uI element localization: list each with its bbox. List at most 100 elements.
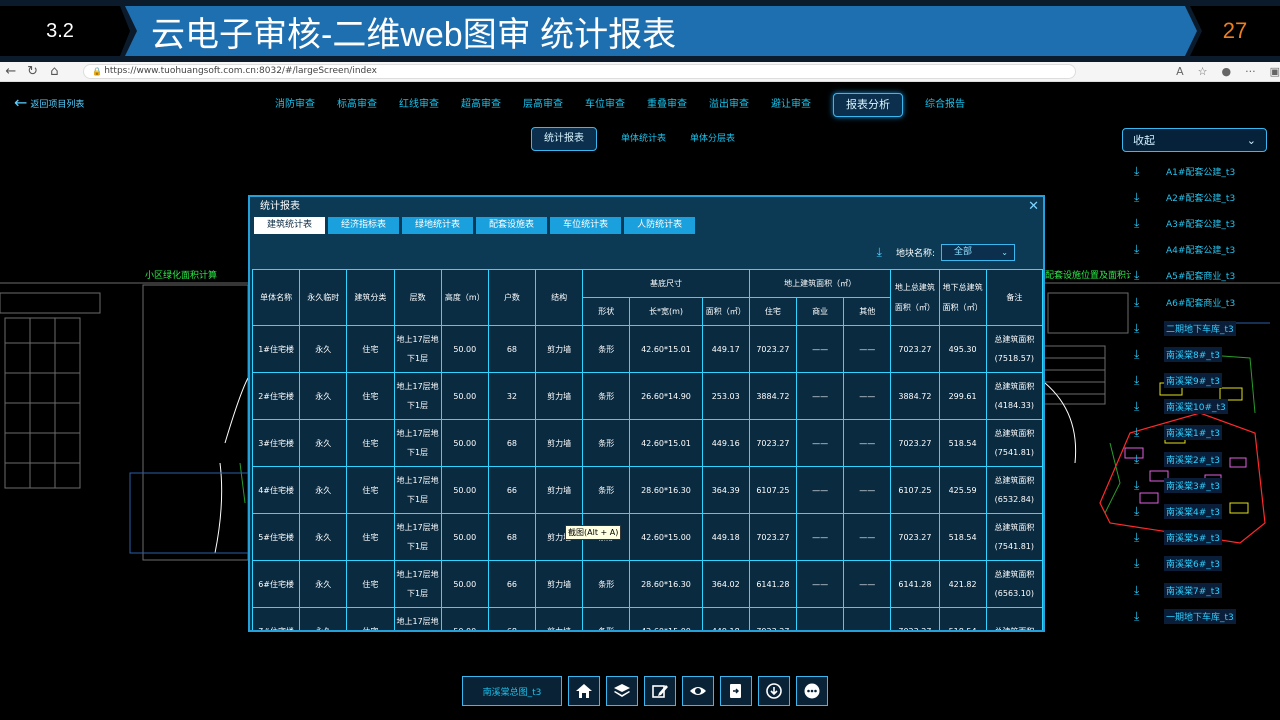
nav-overflow[interactable]: 溢出审查 [709,94,749,116]
nav-report-analysis[interactable]: 报表分析 [833,93,903,117]
col-category: 建筑分类 [346,269,395,326]
download-icon[interactable]: ⤓ [1134,583,1164,598]
download-circle-icon[interactable] [758,676,790,706]
subnav-statistics[interactable]: 统计报表 [531,127,597,151]
collapse-dropdown[interactable]: 收起 ⌄ [1122,128,1267,152]
tab-economic-indicators[interactable]: 经济指标表 [328,217,400,234]
col-base-shape: 形状 [582,297,631,326]
read-aloud-icon[interactable]: A [1176,65,1184,78]
nav-parking[interactable]: 车位审查 [585,94,625,116]
review-nav: 消防审查 标高审查 红线审查 超高审查 层高审查 车位审查 重叠审查 溢出审查 … [275,93,987,117]
slide-page-number: 27 [1190,6,1280,56]
nav-avoidance[interactable]: 避让审查 [771,94,811,116]
tab-green-statistics[interactable]: 绿地统计表 [402,217,474,234]
eye-icon[interactable] [682,676,714,706]
download-icon[interactable]: ⤓ [1134,425,1164,440]
favorite-star-icon[interactable]: ☆ [1198,65,1208,78]
building-item[interactable]: ⤓ 南溪棠1#_t3 [1134,420,1237,446]
cell-other: —— [843,560,892,608]
building-item[interactable]: ⤓ 南溪棠2#_t3 [1134,446,1237,472]
export-download-icon[interactable]: ⤓ [877,245,882,260]
home-icon[interactable]: ⌂ [43,62,65,82]
nav-elevation[interactable]: 标高审查 [337,94,377,116]
cell-above: 7023.27 [890,607,940,630]
cell-com: —— [795,607,845,630]
building-item[interactable]: ⤓ 南溪棠3#_t3 [1134,472,1237,498]
cell-perm: 永久 [299,560,348,608]
edit-icon[interactable] [644,676,676,706]
download-icon[interactable]: ⤓ [1134,321,1164,336]
building-item[interactable]: ⤓ A3#配套公建_t3 [1134,210,1237,236]
download-icon[interactable]: ⤓ [1134,504,1164,519]
more-menu-icon[interactable]: ··· [1245,65,1256,78]
building-item[interactable]: ⤓ 南溪棠9#_t3 [1134,368,1237,394]
drawing-name-button[interactable]: 南溪棠总图_t3 [462,676,562,706]
home-icon[interactable] [568,676,600,706]
plot-select[interactable]: 全部 ⌄ [941,244,1015,261]
building-item[interactable]: ⤓ 南溪棠8#_t3 [1134,341,1237,367]
download-icon[interactable]: ⤓ [1134,478,1164,493]
cell-com: —— [795,372,845,420]
download-icon[interactable]: ⤓ [1134,609,1164,624]
subnav-unit-floors[interactable]: 单体分层表 [690,128,735,150]
subnav-unit-statistics[interactable]: 单体统计表 [621,128,666,150]
download-icon[interactable]: ⤓ [1134,242,1164,257]
nav-summary-report[interactable]: 综合报告 [925,94,965,116]
download-icon[interactable]: ⤓ [1134,399,1164,414]
cell-cat: 住宅 [346,419,395,467]
download-icon[interactable]: ⤓ [1134,373,1164,388]
building-item[interactable]: ⤓ 一期地下车库_t3 [1134,603,1237,629]
download-icon[interactable]: ⤓ [1134,530,1164,545]
reload-icon[interactable]: ↻ [22,62,44,82]
building-item[interactable]: ⤓ 南溪棠4#_t3 [1134,498,1237,524]
back-arrow-icon[interactable]: ← [0,62,22,82]
export-file-icon[interactable] [720,676,752,706]
building-item[interactable]: ⤓ A6#配套商业_t3 [1134,289,1237,315]
building-item[interactable]: ⤓ 二期地下车库_t3 [1134,315,1237,341]
building-item[interactable]: ⤓ 南溪棠10#_t3 [1134,394,1237,420]
building-item[interactable]: ⤓ A4#配套公建_t3 [1134,237,1237,263]
building-item[interactable]: ⤓ 南溪棠5#_t3 [1134,525,1237,551]
cell-other: —— [843,372,892,420]
building-item[interactable]: ⤓ A5#配套商业_t3 [1134,263,1237,289]
building-item[interactable]: ⤓ 南溪棠6#_t3 [1134,551,1237,577]
tab-facilities[interactable]: 配套设施表 [476,217,548,234]
nav-overlap[interactable]: 重叠审查 [647,94,687,116]
download-icon[interactable]: ⤓ [1134,216,1164,231]
plot-filter: ⤓ 地块名称: 全部 ⌄ [877,244,1015,261]
download-icon[interactable]: ⤓ [1134,295,1164,310]
download-icon[interactable]: ⤓ [1134,164,1164,179]
layers-icon[interactable] [606,676,638,706]
col-remark: 备注 [985,269,1043,326]
download-icon[interactable]: ⤓ [1134,452,1164,467]
close-icon[interactable]: ✕ [1028,197,1039,217]
back-to-project-list[interactable]: ← 返回项目列表 [14,95,84,111]
download-icon[interactable]: ⤓ [1134,556,1164,571]
building-item[interactable]: ⤓ A2#配套公建_t3 [1134,184,1237,210]
download-icon[interactable]: ⤓ [1134,268,1164,283]
building-table-wrapper[interactable]: 单体名称 永久临时 建筑分类 层数 高度（m） 户数 结构 基底尺寸 地上建筑面… [252,269,1043,630]
download-icon[interactable]: ⤓ [1134,190,1164,205]
profile-avatar-icon[interactable]: ● [1222,65,1232,78]
plot-label: 地块名称: [895,249,935,259]
cell-other: —— [843,419,892,467]
cell-shape: 条形 [582,607,631,630]
nav-redline[interactable]: 红线审查 [399,94,439,116]
nav-overheight[interactable]: 超高审查 [461,94,501,116]
tab-civil-defense[interactable]: 人防统计表 [624,217,696,234]
download-icon[interactable]: ⤓ [1134,347,1164,362]
cell-name: 7#住宅楼 [252,607,301,630]
nav-floorheight[interactable]: 层高审查 [523,94,563,116]
tab-building-statistics[interactable]: 建筑统计表 [254,217,326,234]
cell-height: 50.00 [440,372,489,420]
nav-fire[interactable]: 消防审查 [275,94,315,116]
green-area-label: 小区绿化面积计算 [145,271,218,281]
more-options-icon[interactable] [796,676,828,706]
cell-name: 5#住宅楼 [252,513,301,561]
sidebar-toggle-icon[interactable]: ▣ [1270,65,1280,78]
address-bar[interactable]: 🔒 https://www.tuohuangsoft.com.cn:8032/#… [83,64,1077,79]
tab-parking-statistics[interactable]: 车位统计表 [550,217,622,234]
building-item[interactable]: ⤓ 南溪棠7#_t3 [1134,577,1237,603]
col-above-total: 地上总建筑面积（㎡） [890,269,940,326]
building-item[interactable]: ⤓ A1#配套公建_t3 [1134,158,1237,184]
